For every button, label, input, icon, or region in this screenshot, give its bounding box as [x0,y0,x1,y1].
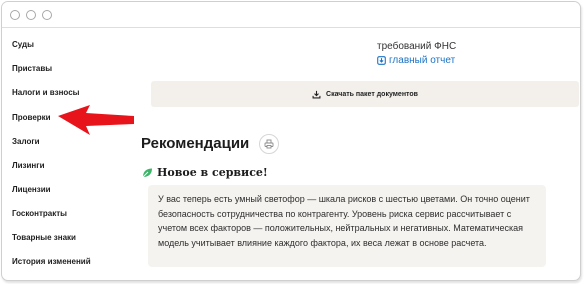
main-report-link[interactable]: главный отчет [377,55,455,66]
sidebar-item-courts[interactable]: Суды [12,40,34,49]
window-minimize-dot[interactable] [26,10,36,20]
whats-new-label: Новое в сервисе! [157,166,268,179]
sidebar: Суды Приставы Налоги и взносы Проверки З… [2,28,132,280]
sidebar-item-bailiffs[interactable]: Приставы [12,64,52,73]
main-content: требований ФНС главный отчет Скачать пак… [141,28,580,280]
sidebar-item-licenses[interactable]: Лицензии [12,185,51,194]
window-maximize-dot[interactable] [42,10,52,20]
whats-new-heading: Новое в сервисе! [141,166,268,179]
sidebar-item-taxes[interactable]: Налоги и взносы [12,88,80,97]
sidebar-item-trademarks[interactable]: Товарные знаки [12,233,76,242]
sidebar-item-gov-contracts[interactable]: Госконтракты [12,209,67,218]
leaf-icon [142,168,152,177]
sidebar-item-inspections[interactable]: Проверки [12,113,51,122]
print-icon [264,139,274,149]
window-close-dot[interactable] [10,10,20,20]
sidebar-item-leasing[interactable]: Лизинги [12,161,45,170]
download-documents-button[interactable]: Скачать пакет документов [151,81,579,107]
titlebar [2,2,580,28]
download-icon [312,90,321,98]
sidebar-item-pledges[interactable]: Залоги [12,137,40,146]
print-button[interactable] [259,134,279,154]
recommendations-title: Рекомендации [141,135,250,152]
main-report-link-label: главный отчет [389,55,456,66]
sidebar-item-change-history[interactable]: История изменений [12,257,91,266]
window-frame: Суды Приставы Налоги и взносы Проверки З… [1,1,581,281]
red-arrow-icon [58,105,134,135]
app-window: Суды Приставы Налоги и взносы Проверки З… [0,0,584,284]
requirements-text: требований ФНС [377,41,457,52]
info-box: У вас теперь есть умный светофор — шкала… [148,185,546,267]
download-icon [377,56,386,65]
download-documents-label: Скачать пакет документов [326,90,418,98]
